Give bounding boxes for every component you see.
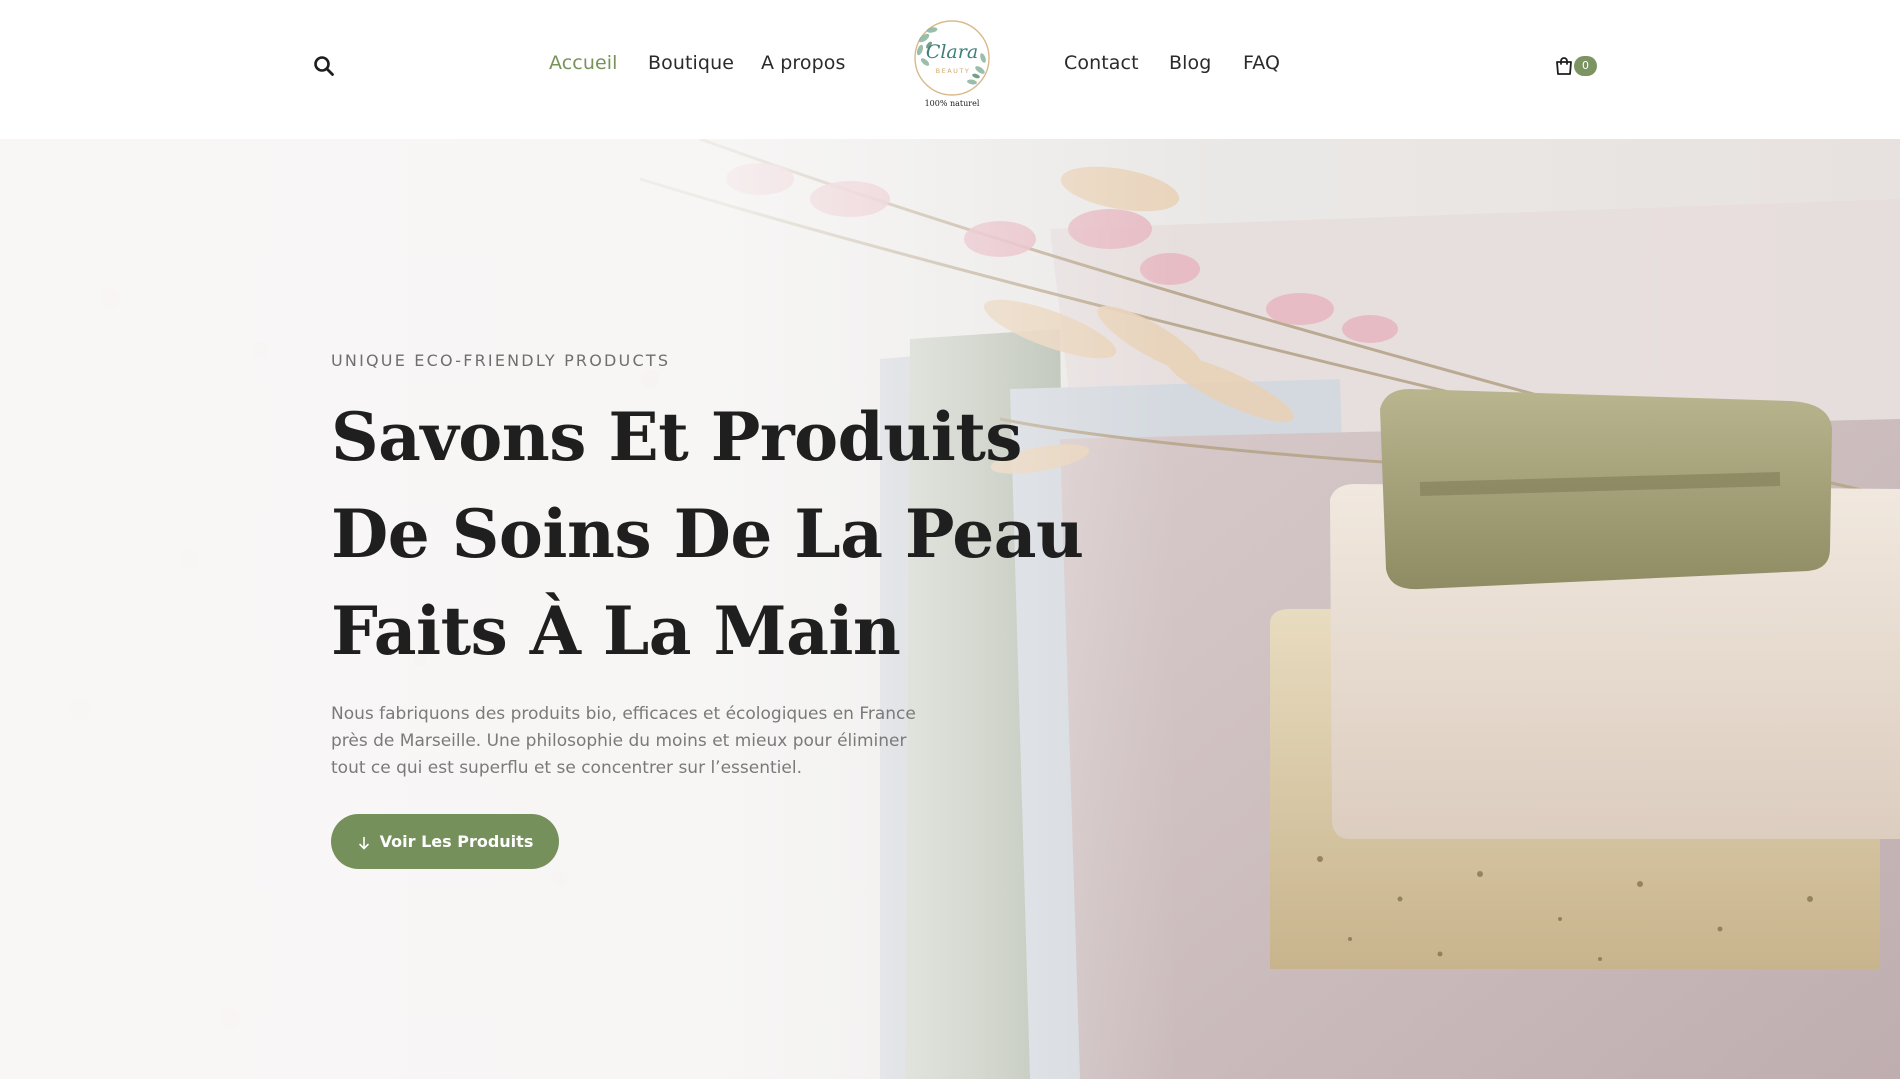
logo-tagline: 100% naturel: [925, 99, 980, 108]
view-products-button[interactable]: Voir Les Produits: [331, 814, 559, 869]
brand-logo[interactable]: Clara BEAUTY 100% naturel: [910, 18, 994, 110]
nav-item-accueil[interactable]: Accueil: [549, 52, 618, 74]
nav-item-contact[interactable]: Contact: [1064, 52, 1139, 74]
site-header: Accueil Boutique A propos Clara BEAUTY 1…: [0, 0, 1900, 139]
shopping-bag-icon[interactable]: [1553, 55, 1575, 77]
hero-section: UNIQUE ECO-FRIENDLY PRODUCTS Savons Et P…: [0, 139, 1900, 1079]
nav-item-blog[interactable]: Blog: [1169, 52, 1211, 74]
hero-title-line: De Soins De La Peau: [331, 495, 1084, 573]
logo-script-text: Clara: [926, 41, 978, 63]
search-icon[interactable]: [313, 55, 335, 77]
hero-description: Nous fabriquons des produits bio, effica…: [331, 704, 916, 778]
arrow-down-icon: [357, 835, 371, 849]
nav-item-a-propos[interactable]: A propos: [761, 52, 846, 74]
hero-title-line: Faits À La Main: [331, 592, 901, 670]
cart-count-badge[interactable]: 0: [1574, 56, 1597, 76]
nav-item-boutique[interactable]: Boutique: [648, 52, 734, 74]
view-products-label: Voir Les Produits: [379, 832, 534, 851]
logo-sub-text: BEAUTY: [936, 67, 971, 75]
hero-title-line: Savons Et Produits: [331, 398, 1022, 476]
hero-eyebrow: UNIQUE ECO-FRIENDLY PRODUCTS: [331, 351, 671, 370]
nav-item-faq[interactable]: FAQ: [1243, 52, 1280, 74]
hero-title: Savons Et Produits De Soins De La Peau F…: [331, 389, 1084, 680]
